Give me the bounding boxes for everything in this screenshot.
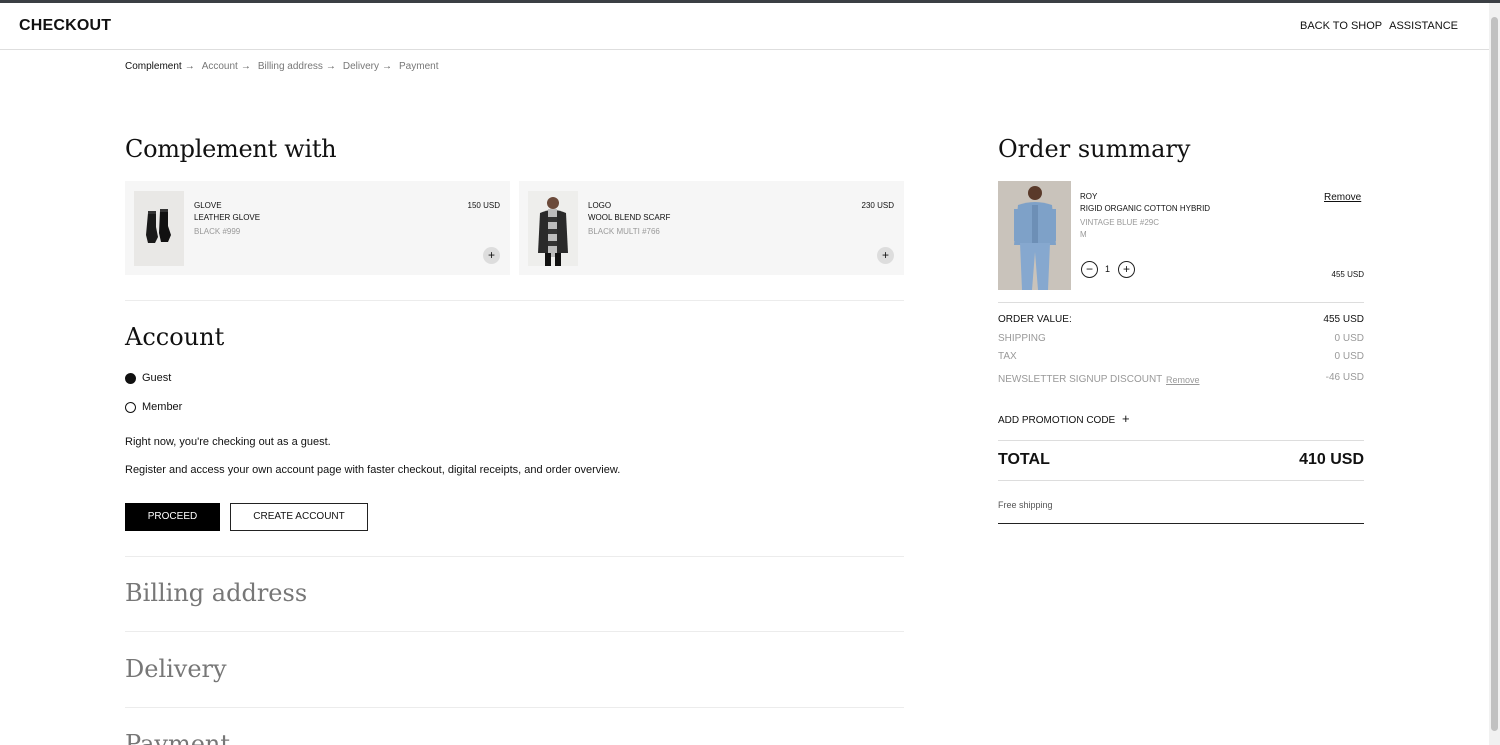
payment-heading[interactable]: Payment bbox=[125, 730, 230, 745]
complement-name: LEATHER GLOVE bbox=[194, 213, 261, 222]
header-links: BACK TO SHOP ASSISTANCE bbox=[1300, 20, 1458, 32]
delivery-heading[interactable]: Delivery bbox=[125, 655, 227, 683]
breadcrumb-billing[interactable]: Billing address bbox=[258, 61, 323, 72]
plus-icon: + bbox=[1122, 411, 1130, 426]
quantity-value: 1 bbox=[1105, 264, 1111, 274]
section-divider bbox=[125, 300, 904, 301]
radio-guest[interactable]: Guest bbox=[125, 372, 171, 384]
arrow-right-icon: → bbox=[325, 61, 336, 72]
breadcrumb-complement[interactable]: Complement bbox=[125, 61, 182, 72]
breadcrumb: Complement → Account → Billing address →… bbox=[125, 61, 438, 72]
product-size: M bbox=[1080, 230, 1087, 239]
radio-selected-icon[interactable] bbox=[125, 372, 136, 384]
section-divider bbox=[125, 556, 904, 557]
complement-brand: LOGO bbox=[588, 201, 612, 210]
back-to-shop-link[interactable]: BACK TO SHOP bbox=[1300, 20, 1382, 32]
tax-label: TAX bbox=[998, 351, 1017, 362]
complement-price: 150 USD bbox=[467, 201, 500, 210]
discount-amount: -46 USD bbox=[1325, 372, 1364, 383]
add-promotion-code-button[interactable]: ADD PROMOTION CODE + bbox=[998, 411, 1130, 426]
guest-info-text: Right now, you're checking out as a gues… bbox=[125, 436, 331, 448]
tax-amount: 0 USD bbox=[1334, 351, 1364, 362]
order-value-row: ORDER VALUE: 455 USD bbox=[998, 314, 1364, 325]
shipping-row: SHIPPING 0 USD bbox=[998, 333, 1364, 344]
summary-divider bbox=[998, 480, 1364, 481]
breadcrumb-payment[interactable]: Payment bbox=[399, 61, 438, 72]
arrow-right-icon: → bbox=[240, 61, 251, 72]
product-price: 455 USD bbox=[1331, 270, 1364, 279]
product-image[interactable] bbox=[998, 181, 1071, 290]
discount-row: NEWSLETTER SIGNUP DISCOUNT Remove -46 US… bbox=[998, 372, 1364, 385]
free-shipping-progress-bar bbox=[998, 523, 1364, 524]
increase-quantity-button[interactable]: + bbox=[1118, 261, 1135, 278]
radio-guest-label: Guest bbox=[142, 372, 172, 384]
add-scarf-button[interactable]: + bbox=[877, 247, 894, 264]
tax-row: TAX 0 USD bbox=[998, 351, 1364, 362]
total-label: TOTAL bbox=[998, 451, 1050, 468]
header-bar: CHECKOUT BACK TO SHOP ASSISTANCE bbox=[0, 3, 1489, 50]
breadcrumb-delivery[interactable]: Delivery bbox=[343, 61, 379, 72]
promotion-code-label: ADD PROMOTION CODE bbox=[998, 415, 1116, 426]
breadcrumb-account[interactable]: Account bbox=[202, 61, 238, 72]
billing-address-heading[interactable]: Billing address bbox=[125, 579, 307, 607]
arrow-right-icon: → bbox=[184, 61, 195, 72]
total-amount: 410 USD bbox=[1299, 451, 1364, 468]
product-brand: ROY bbox=[1080, 192, 1098, 201]
shipping-label: SHIPPING bbox=[998, 333, 1046, 344]
discount-label: NEWSLETTER SIGNUP DISCOUNT bbox=[998, 374, 1163, 385]
radio-member-label: Member bbox=[142, 401, 183, 413]
product-color: VINTAGE BLUE #29C bbox=[1080, 218, 1159, 227]
remove-product-link[interactable]: Remove bbox=[1324, 192, 1361, 203]
add-glove-button[interactable]: + bbox=[483, 247, 500, 264]
summary-divider bbox=[998, 440, 1364, 441]
order-value-label: ORDER VALUE: bbox=[998, 314, 1072, 325]
summary-divider bbox=[998, 302, 1364, 303]
total-row: TOTAL 410 USD bbox=[998, 451, 1364, 469]
complement-heading: Complement with bbox=[125, 135, 337, 163]
scarf-product-image[interactable] bbox=[528, 191, 578, 266]
order-value-amount: 455 USD bbox=[1323, 314, 1364, 325]
complement-variant: BLACK MULTI #766 bbox=[588, 227, 660, 236]
account-heading: Account bbox=[125, 323, 225, 351]
complement-price: 230 USD bbox=[861, 201, 894, 210]
section-divider bbox=[125, 707, 904, 708]
complement-card-scarf[interactable]: LOGO WOOL BLEND SCARF BLACK MULTI #766 2… bbox=[519, 181, 904, 275]
section-divider bbox=[125, 631, 904, 632]
proceed-button[interactable]: PROCEED bbox=[125, 503, 220, 531]
complement-brand: GLOVE bbox=[194, 201, 222, 210]
scrollbar-thumb[interactable] bbox=[1491, 17, 1498, 731]
complement-card-glove[interactable]: GLOVE LEATHER GLOVE BLACK #999 150 USD + bbox=[125, 181, 510, 275]
create-account-button[interactable]: CREATE ACCOUNT bbox=[230, 503, 368, 531]
checkout-title: CHECKOUT bbox=[19, 17, 112, 34]
free-shipping-text: Free shipping bbox=[998, 500, 1053, 510]
complement-variant: BLACK #999 bbox=[194, 227, 241, 236]
arrow-right-icon: → bbox=[382, 61, 393, 72]
product-name: RIGID ORGANIC COTTON HYBRID bbox=[1080, 204, 1211, 213]
radio-unselected-icon[interactable] bbox=[125, 401, 136, 413]
glove-product-image[interactable] bbox=[134, 191, 184, 266]
complement-name: WOOL BLEND SCARF bbox=[588, 213, 671, 222]
remove-discount-link[interactable]: Remove bbox=[1166, 375, 1200, 385]
radio-member[interactable]: Member bbox=[125, 401, 182, 413]
page-scrollbar[interactable] bbox=[1489, 3, 1500, 745]
register-info-text: Register and access your own account pag… bbox=[125, 464, 621, 476]
shipping-amount: 0 USD bbox=[1334, 333, 1364, 344]
decrease-quantity-button[interactable]: − bbox=[1081, 261, 1098, 278]
assistance-link[interactable]: ASSISTANCE bbox=[1389, 20, 1458, 32]
order-summary-heading: Order summary bbox=[998, 135, 1191, 163]
